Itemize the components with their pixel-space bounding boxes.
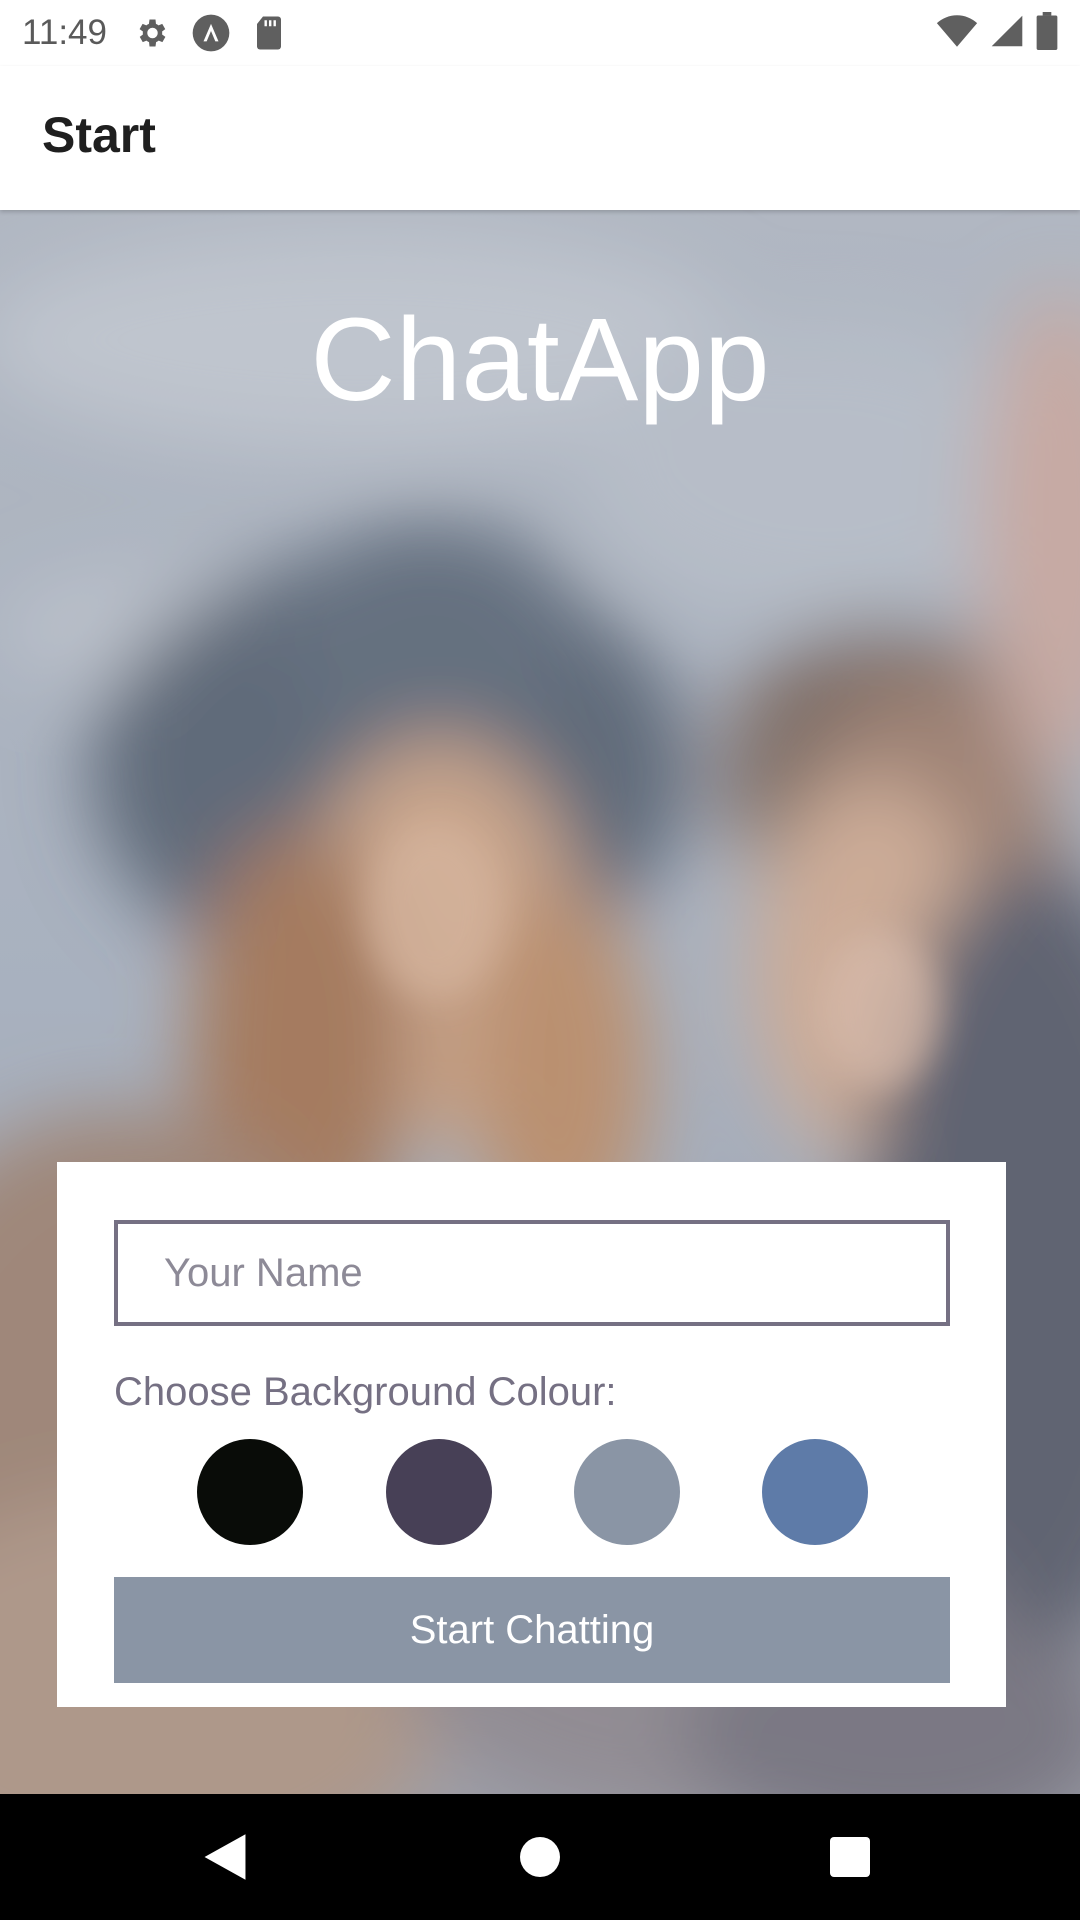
colour-label: Choose Background Colour: bbox=[114, 1370, 617, 1414]
start-chatting-button[interactable]: Start Chatting bbox=[114, 1577, 950, 1683]
navigation-bar bbox=[0, 1794, 1080, 1920]
app-bar-title: Start bbox=[42, 107, 156, 163]
status-time: 11:49 bbox=[22, 13, 107, 52]
app-notification-icon bbox=[191, 13, 231, 53]
colour-swatch-grey[interactable] bbox=[574, 1439, 680, 1545]
wifi-icon bbox=[936, 13, 978, 54]
app-bar: Start bbox=[0, 66, 1080, 210]
recents-button[interactable] bbox=[770, 1794, 930, 1920]
home-icon bbox=[520, 1837, 560, 1877]
sd-card-icon bbox=[253, 15, 285, 51]
start-screen-content: ChatApp Choose Background Colour: Start … bbox=[0, 210, 1080, 1794]
colour-swatch-blue[interactable] bbox=[762, 1439, 868, 1545]
colour-swatch-purple[interactable] bbox=[386, 1439, 492, 1545]
signal-icon bbox=[990, 13, 1024, 54]
app-title: ChatApp bbox=[310, 294, 770, 426]
status-right-icons bbox=[936, 11, 1058, 55]
login-card: Choose Background Colour: Start Chatting bbox=[57, 1162, 1006, 1707]
settings-icon bbox=[133, 15, 169, 51]
back-icon bbox=[204, 1834, 246, 1880]
name-input[interactable] bbox=[114, 1220, 950, 1326]
colour-swatches bbox=[57, 1439, 1006, 1545]
colour-swatch-black[interactable] bbox=[197, 1439, 303, 1545]
phone-screen: 11:49 Start ChatApp Your Name Choose Bac… bbox=[0, 0, 1080, 1920]
battery-icon bbox=[1036, 11, 1058, 55]
recents-icon bbox=[830, 1837, 870, 1877]
home-button[interactable] bbox=[460, 1794, 620, 1920]
status-bar: 11:49 bbox=[0, 0, 1080, 66]
back-button[interactable] bbox=[145, 1794, 305, 1920]
